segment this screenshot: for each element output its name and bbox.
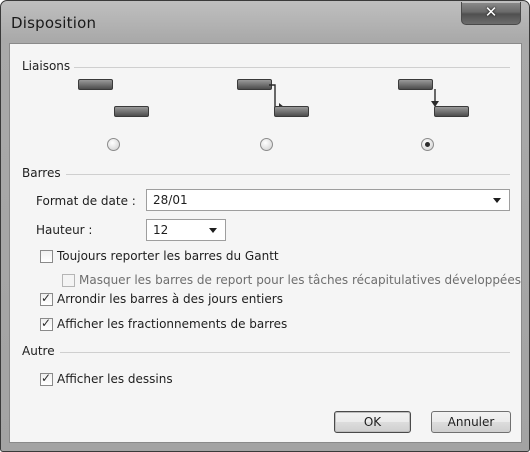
close-button[interactable]: ✕ xyxy=(461,2,521,25)
close-icon: ✕ xyxy=(484,3,498,21)
dialog-body: Liaisons Barres Format de date: 28/01 H… xyxy=(9,43,522,443)
autre-group-label: Autre xyxy=(22,344,55,358)
disposition-dialog: Disposition ✕ Liaisons Barres Format de … xyxy=(0,0,530,452)
height-label: Hauteur : xyxy=(36,223,93,237)
cancel-button[interactable]: Annuler xyxy=(431,411,511,433)
date-format-label: Format de date : xyxy=(36,194,136,208)
link-style-end-radio[interactable] xyxy=(260,138,273,151)
show-bar-splits-label: Afficher les fractionnements de barres xyxy=(57,317,288,331)
checkbox-box[interactable] xyxy=(40,316,53,331)
dialog-title: Disposition xyxy=(11,14,97,32)
gantt-bar-icon xyxy=(114,106,149,117)
checkbox-box[interactable] xyxy=(40,291,53,306)
checkbox-box[interactable] xyxy=(40,250,53,263)
chevron-down-icon xyxy=(209,228,217,233)
gantt-bar-icon xyxy=(78,79,113,90)
link-style-start-radio[interactable] xyxy=(421,138,434,151)
ok-button[interactable]: OK xyxy=(334,411,411,433)
date-format-select[interactable]: 28/01 xyxy=(146,189,510,211)
chevron-down-icon xyxy=(493,198,501,203)
gantt-bar-icon xyxy=(274,106,309,117)
gantt-bar-icon xyxy=(434,106,469,117)
liaisons-group-label: Liaisons xyxy=(22,59,71,73)
height-value: 12 xyxy=(153,223,169,237)
show-drawings-label: Afficher les dessins xyxy=(57,372,173,386)
autre-separator xyxy=(60,352,510,353)
barres-group-label: Barres xyxy=(22,166,61,180)
link-style-none-radio[interactable] xyxy=(107,138,120,151)
liaisons-separator xyxy=(74,67,510,68)
checkbox-box[interactable] xyxy=(40,371,53,386)
hide-rollup-bars-label: Masquer les barres de report pour les tâ… xyxy=(79,273,521,287)
date-format-value: 28/01 xyxy=(153,193,188,207)
height-select[interactable]: 12 xyxy=(146,219,226,241)
barres-separator xyxy=(66,174,510,175)
checkbox-box[interactable] xyxy=(62,274,75,287)
always-roll-bars-label: Toujours reporter les barres du Gantt xyxy=(57,249,279,263)
round-bars-label: Arrondir les barres à des jours entiers xyxy=(57,292,283,306)
